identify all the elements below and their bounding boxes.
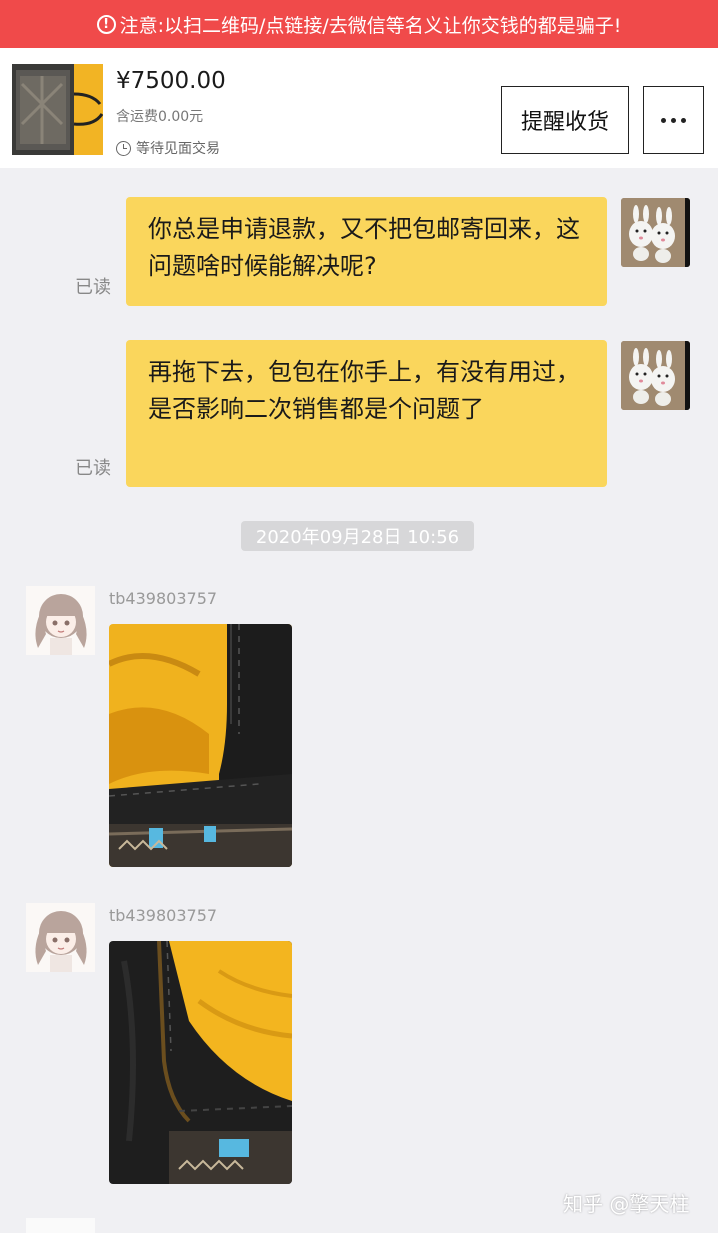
remind-receipt-button[interactable]: 提醒收货 [501,86,629,154]
order-price: ¥7500.00 [116,68,226,94]
zhihu-watermark: 知乎 @擎天柱 [563,1192,690,1216]
more-dot-icon [681,117,686,123]
image-message[interactable] [109,941,292,1184]
clock-icon [116,140,131,156]
alert-icon: ! [96,14,116,34]
my-avatar[interactable] [621,341,690,410]
trade-status-text: 等待见面交易 [136,141,220,157]
my-avatar[interactable] [621,198,690,267]
more-dot-icon [661,117,666,123]
image-message[interactable] [109,624,292,867]
warning-text: 注意:以扫二维码/点链接/去微信等名义让你交钱的都是骗子! [119,14,622,37]
sender-avatar[interactable] [26,903,95,972]
sender-name: tb439803757 [109,589,218,608]
message-bubble[interactable]: 再拖下去，包包在你手上，有没有用过，是否影响二次销售都是个问题了 [126,340,607,487]
trade-status: 等待见面交易 [116,138,220,158]
fraud-warning-banner: ! 注意:以扫二维码/点链接/去微信等名义让你交钱的都是骗子! [0,0,718,48]
sender-name: tb439803757 [109,906,218,925]
sender-avatar[interactable] [26,586,95,655]
more-options-button[interactable] [643,86,704,154]
read-receipt: 已读 [75,277,111,298]
more-dot-icon [671,117,676,123]
read-receipt: 已读 [75,458,111,479]
message-timestamp: 2020年09月28日 10:56 [241,521,474,551]
message-bubble[interactable]: 你总是申请退款，又不把包邮寄回来，这问题啥时候能解决呢? [126,197,607,306]
product-thumbnail[interactable] [12,64,103,155]
shipping-fee: 含运费0.00元 [116,109,204,125]
order-card[interactable]: ¥7500.00 含运费0.00元 等待见面交易 提醒收货 [0,48,718,168]
next-sender-avatar[interactable] [26,1218,95,1233]
